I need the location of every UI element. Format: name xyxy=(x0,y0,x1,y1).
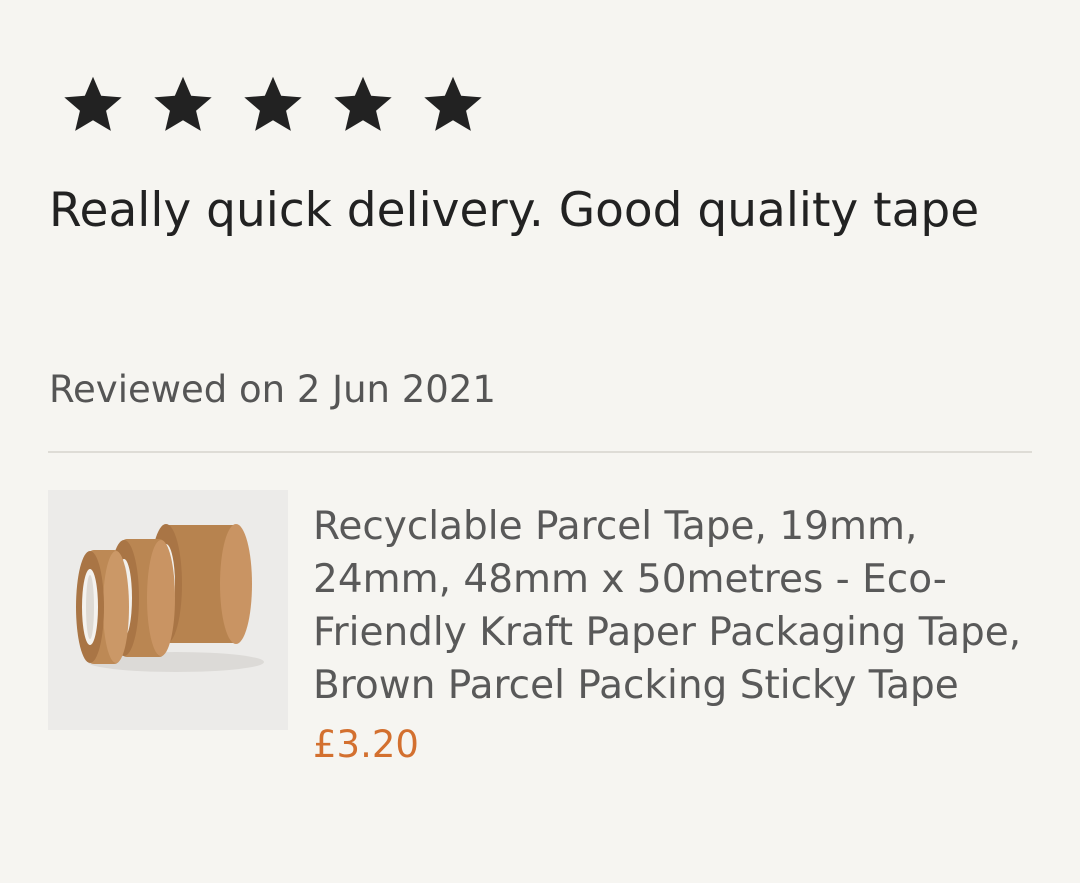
star-rating xyxy=(60,72,510,136)
star-icon xyxy=(150,72,216,136)
review-text: Really quick delivery. Good quality tape xyxy=(49,183,980,238)
star-icon xyxy=(240,72,306,136)
divider xyxy=(48,451,1032,453)
star-icon xyxy=(330,72,396,136)
tape-rolls-image[interactable] xyxy=(48,490,288,730)
review-date: Reviewed on 2 Jun 2021 xyxy=(49,368,496,411)
product-link[interactable]: Recyclable Parcel Tape, 19mm, 24mm, 48mm… xyxy=(48,490,1032,770)
product-title[interactable]: Recyclable Parcel Tape, 19mm, 24mm, 48mm… xyxy=(313,500,1032,712)
product-price: £3.20 xyxy=(313,723,419,766)
star-icon xyxy=(420,72,486,136)
product-info: Recyclable Parcel Tape, 19mm, 24mm, 48mm… xyxy=(313,490,1032,770)
star-icon xyxy=(60,72,126,136)
